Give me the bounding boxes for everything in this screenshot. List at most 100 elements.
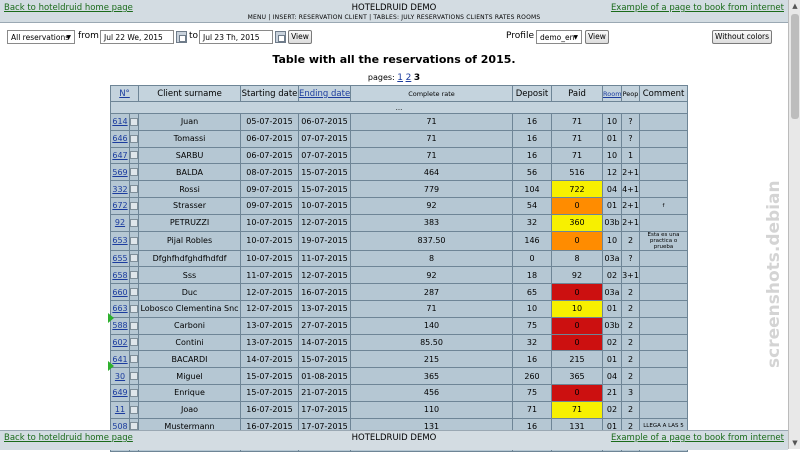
reservation-number-link[interactable]: 658	[112, 271, 127, 280]
select-cell[interactable]	[128, 180, 140, 198]
reservation-number-link[interactable]: 332	[112, 185, 127, 194]
col-end[interactable]: Ending date	[298, 85, 352, 102]
page-2-link[interactable]: 2	[406, 73, 412, 83]
row-checkbox[interactable]	[130, 405, 138, 414]
reservation-number-cell[interactable]: 11	[110, 400, 130, 419]
reservation-number-cell[interactable]: 92	[110, 213, 130, 232]
row-checkbox[interactable]	[130, 304, 138, 313]
reservation-number-cell[interactable]: 646	[110, 129, 130, 148]
reservation-number-link[interactable]: 602	[112, 338, 127, 347]
select-cell[interactable]	[128, 367, 140, 385]
row-checkbox[interactable]	[130, 288, 138, 297]
row-checkbox[interactable]	[130, 338, 138, 347]
select-cell[interactable]	[128, 299, 140, 318]
reservation-number-cell[interactable]: 647	[110, 146, 130, 165]
main-menu[interactable]: MENU | INSERT: RESERVATION CLIENT | TABL…	[0, 14, 788, 21]
reservation-number-link[interactable]: 672	[112, 201, 127, 210]
profile-select[interactable]: demo_en ▼	[536, 30, 582, 44]
row-checkbox[interactable]	[130, 321, 138, 330]
select-cell[interactable]	[128, 113, 140, 131]
select-cell[interactable]	[128, 400, 140, 419]
reservation-number-cell[interactable]: 614	[110, 113, 130, 131]
footer-booking-example-link[interactable]: Example of a page to book from internet	[611, 433, 784, 443]
without-colors-button[interactable]: Without colors	[712, 30, 772, 44]
reservation-number-link[interactable]: 11	[115, 405, 125, 414]
row-checkbox[interactable]	[130, 372, 138, 381]
select-cell[interactable]	[128, 249, 140, 268]
booking-example-link[interactable]: Example of a page to book from internet	[611, 3, 784, 13]
select-cell[interactable]	[128, 316, 140, 335]
select-cell[interactable]	[128, 230, 140, 251]
scroll-down-icon[interactable]: ▼	[790, 438, 800, 448]
reservation-number-link[interactable]: 649	[112, 388, 127, 397]
row-checkbox[interactable]	[130, 168, 138, 177]
vertical-scrollbar[interactable]: ▲ ▼	[788, 0, 800, 449]
sort-number-link[interactable]: N°	[119, 89, 130, 99]
select-cell[interactable]	[128, 266, 140, 285]
row-checkbox[interactable]	[130, 185, 138, 194]
reservation-filter-select[interactable]: All reservations ▼	[7, 30, 75, 44]
reservation-number-cell[interactable]: 569	[110, 163, 130, 182]
row-checkbox[interactable]	[130, 117, 138, 126]
scroll-up-icon[interactable]: ▲	[790, 1, 800, 11]
reservation-number-cell[interactable]: 672	[110, 196, 130, 215]
reservation-number-link[interactable]: 30	[115, 372, 125, 381]
top-bar: Back to hoteldruid home page HOTELDRUID …	[0, 0, 788, 23]
sort-room-link[interactable]: Room	[604, 90, 621, 98]
calendar-icon[interactable]	[275, 31, 286, 43]
row-checkbox[interactable]	[130, 151, 138, 160]
col-people: Peop	[621, 85, 641, 102]
people: 2	[621, 316, 641, 335]
select-cell[interactable]	[128, 350, 140, 369]
row-checkbox[interactable]	[130, 388, 138, 397]
deposit: 16	[512, 113, 553, 131]
reservation-number-cell[interactable]: 649	[110, 383, 130, 402]
row-checkbox[interactable]	[130, 236, 138, 245]
row-checkbox[interactable]	[130, 271, 138, 280]
row-checkbox[interactable]	[130, 218, 138, 227]
select-cell[interactable]	[128, 129, 140, 148]
select-cell[interactable]	[128, 163, 140, 182]
calendar-icon[interactable]	[176, 31, 187, 43]
reservation-number-link[interactable]: 588	[112, 321, 127, 330]
sort-end-link[interactable]: Ending date	[300, 89, 350, 99]
reservation-number-link[interactable]: 92	[115, 218, 125, 227]
reservation-number-link[interactable]: 647	[112, 151, 127, 160]
profile-view-button[interactable]: View	[585, 30, 609, 44]
reservation-number-link[interactable]: 646	[112, 134, 127, 143]
select-cell[interactable]	[128, 196, 140, 215]
reservation-number-link[interactable]: 660	[112, 288, 127, 297]
reservation-number-link[interactable]: 641	[112, 355, 127, 364]
row-checkbox[interactable]	[130, 201, 138, 210]
reservation-number-cell[interactable]: 332	[110, 180, 130, 198]
reservation-number-link[interactable]: 655	[112, 254, 127, 263]
col-number[interactable]: N°	[109, 85, 140, 102]
reservation-number-link[interactable]: 614	[112, 117, 127, 126]
reservation-number-link[interactable]: 569	[112, 168, 127, 177]
reservation-number-cell[interactable]: 660	[110, 283, 130, 301]
ending-date: 16-07-2015	[298, 283, 352, 301]
row-checkbox[interactable]	[130, 254, 138, 263]
from-date-input[interactable]: Jul 22 We, 2015	[100, 30, 174, 44]
room: 03b	[602, 213, 623, 232]
select-cell[interactable]	[128, 146, 140, 165]
ending-date: 07-07-2015	[298, 129, 352, 148]
page-1-link[interactable]: 1	[397, 73, 403, 83]
col-room[interactable]: Room	[602, 85, 623, 102]
reservation-number-cell[interactable]: 653	[110, 230, 130, 251]
scrollbar-thumb[interactable]	[791, 14, 799, 119]
select-cell[interactable]	[128, 383, 140, 402]
select-cell[interactable]	[128, 213, 140, 232]
reservation-number-link[interactable]: 653	[112, 236, 127, 245]
row-checkbox[interactable]	[130, 355, 138, 364]
reservation-number-cell[interactable]: 658	[110, 266, 130, 285]
deposit: 32	[512, 333, 553, 352]
select-cell[interactable]	[128, 283, 140, 301]
to-date-input[interactable]: Jul 23 Th, 2015	[199, 30, 273, 44]
select-cell[interactable]	[128, 333, 140, 352]
view-button[interactable]: View	[288, 30, 312, 44]
reservation-number-cell[interactable]: 602	[110, 333, 130, 352]
reservation-number-cell[interactable]: 655	[110, 249, 130, 268]
row-checkbox[interactable]	[130, 134, 138, 143]
reservation-number-link[interactable]: 663	[112, 304, 127, 313]
